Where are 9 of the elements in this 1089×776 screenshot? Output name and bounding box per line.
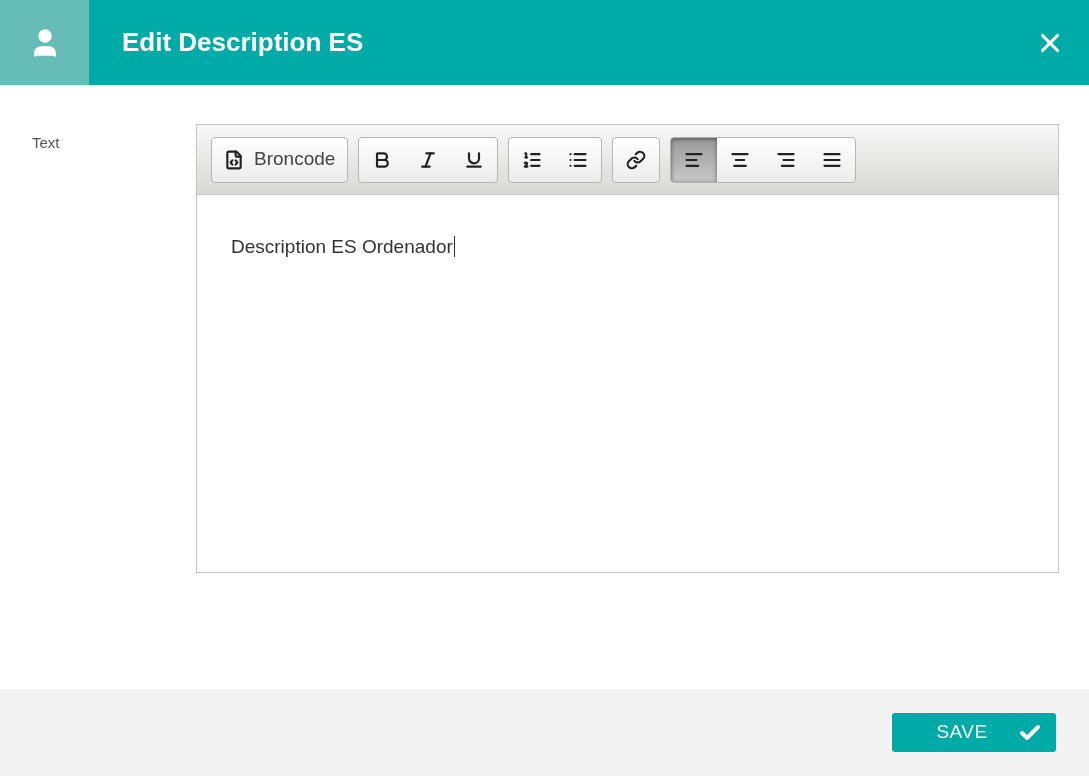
- source-button[interactable]: Broncode: [212, 137, 348, 182]
- toolbar-button[interactable]: [671, 137, 718, 182]
- editor-text[interactable]: Description ES Ordenador: [231, 236, 455, 257]
- link-icon: [626, 149, 647, 170]
- dialog-title: Edit Description ES: [122, 26, 364, 59]
- code-file-icon: [224, 149, 244, 170]
- numbered-list-icon: [522, 149, 543, 170]
- field-label: Text: [32, 133, 61, 153]
- underline-icon: [464, 149, 485, 170]
